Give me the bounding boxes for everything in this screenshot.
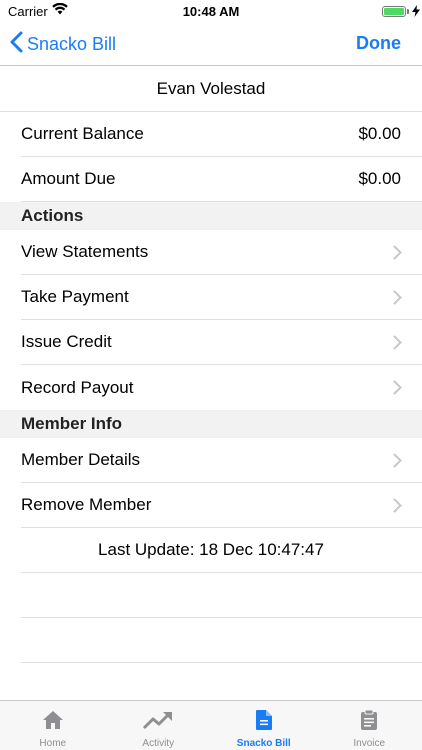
chevron-right-icon [393,245,402,265]
view-statements-label: View Statements [21,242,149,261]
tab-activity-label: Activity [142,738,175,749]
home-icon [42,709,64,738]
current-balance-label: Current Balance [21,124,144,143]
tab-invoice-label: Invoice [353,738,386,749]
actions-section-title: Actions [21,206,84,225]
take-payment-row[interactable]: Take Payment [21,275,422,320]
current-balance-row: Current Balance $0.00 [21,112,422,157]
member-details-row[interactable]: Member Details [21,438,422,483]
empty-row [21,573,422,618]
battery-tip [407,9,409,14]
tab-home-label: Home [39,738,67,749]
actions-section-header: Actions [0,202,422,230]
member-name-row: Evan Volestad [0,67,422,112]
chevron-right-icon [393,335,402,355]
trend-icon [142,709,174,738]
view-statements-row[interactable]: View Statements [21,230,422,275]
chevron-right-icon [393,380,402,400]
tab-invoice[interactable]: Invoice [317,701,422,750]
battery-icon [382,6,406,17]
tab-snacko-bill-label: Snacko Bill [236,738,291,749]
record-payout-label: Record Payout [21,377,134,397]
remove-member-row[interactable]: Remove Member [21,483,422,528]
member-name: Evan Volestad [156,79,266,98]
tab-activity[interactable]: Activity [106,701,212,750]
member-bill-table: Evan Volestad Current Balance $0.00 Amou… [0,67,422,663]
done-button[interactable]: Done [356,33,401,54]
amount-due-row: Amount Due $0.00 [21,157,422,202]
chevron-right-icon [393,498,402,518]
record-payout-row[interactable]: Record Payout [21,365,422,410]
empty-row [21,618,422,663]
tab-home[interactable]: Home [0,701,106,750]
document-icon [255,709,273,738]
navigation-bar: Snacko Bill Done [0,22,422,66]
clipboard-icon [360,709,378,738]
remove-member-label: Remove Member [21,495,152,514]
chevron-right-icon [393,453,402,473]
current-balance-value: $0.00 [358,124,401,143]
status-time: 10:48 AM [182,4,240,19]
tab-snacko-bill[interactable]: Snacko Bill [211,701,317,750]
last-update-text: Last Update: 18 Dec 10:47:47 [98,540,324,559]
issue-credit-label: Issue Credit [21,332,112,351]
charging-icon [412,5,420,20]
member-info-section-header: Member Info [0,410,422,438]
back-button[interactable]: Snacko Bill [10,31,116,57]
chevron-right-icon [393,290,402,310]
amount-due-value: $0.00 [358,169,401,188]
amount-due-label: Amount Due [21,169,116,188]
back-button-label: Snacko Bill [27,33,117,54]
chevron-left-icon [10,31,27,58]
status-bar: Carrier 10:48 AM [0,0,422,22]
take-payment-label: Take Payment [21,287,129,306]
tab-bar: Home Activity Snacko Bill Invoice [0,700,422,750]
last-update-row: Last Update: 18 Dec 10:47:47 [21,528,422,573]
member-details-label: Member Details [21,450,141,469]
member-info-section-title: Member Info [21,414,123,433]
issue-credit-row[interactable]: Issue Credit [21,320,422,365]
